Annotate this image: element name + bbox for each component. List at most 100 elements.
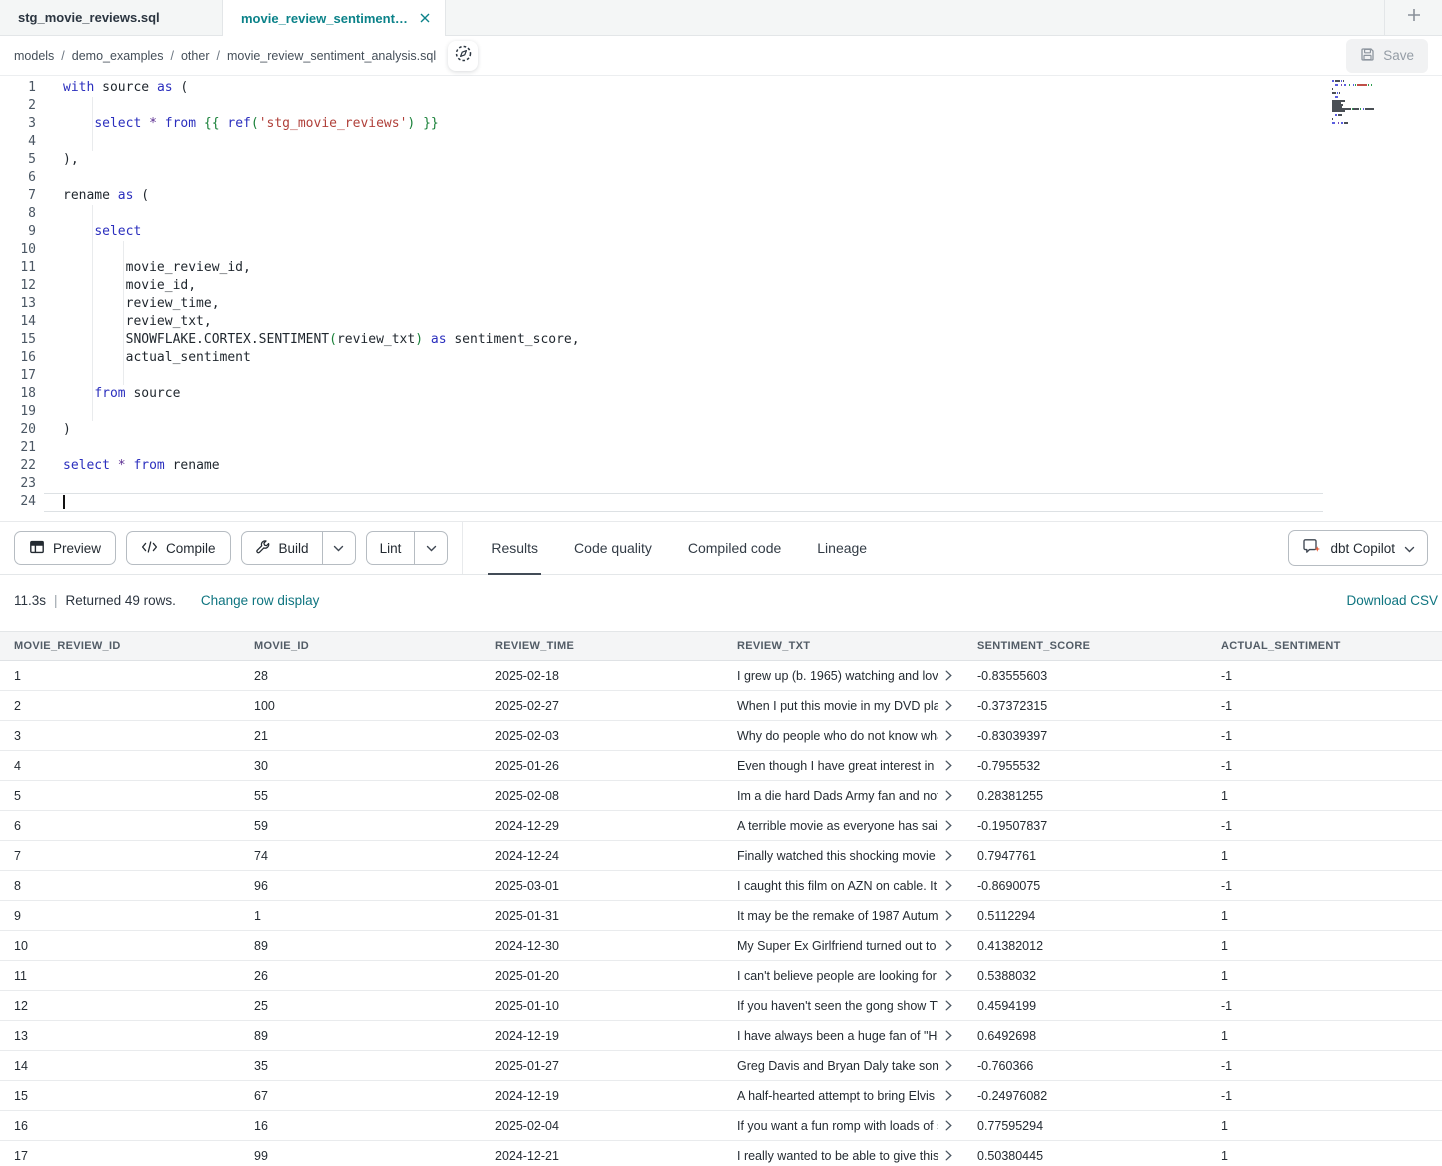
cell: 2024-12-29: [481, 811, 723, 841]
code-line[interactable]: [63, 205, 580, 223]
cell-review-txt: I grew up (b. 1965) watching and lovin…: [723, 661, 963, 691]
code-line[interactable]: from source: [63, 385, 580, 403]
code-editor[interactable]: 123456789101112131415161718192021222324 …: [0, 76, 1442, 521]
code-line[interactable]: actual_sentiment: [63, 349, 580, 367]
preview-button[interactable]: Preview: [14, 531, 116, 565]
code-line[interactable]: select * from {{ ref('stg_movie_reviews'…: [63, 115, 580, 133]
chevron-right-icon[interactable]: [945, 880, 952, 891]
column-header-review_time: REVIEW_TIME: [481, 632, 723, 661]
file-tab-label: movie_review_sentiment_...: [241, 11, 409, 26]
code-line[interactable]: [63, 367, 580, 385]
cell: 15: [0, 1081, 240, 1111]
build-button[interactable]: Build: [242, 532, 322, 564]
change-row-display-link[interactable]: Change row display: [201, 593, 320, 608]
cell: -1: [1207, 991, 1442, 1021]
chevron-right-icon[interactable]: [945, 1030, 952, 1041]
review-text: I grew up (b. 1965) watching and lovin…: [737, 669, 938, 683]
code-line[interactable]: [63, 475, 580, 493]
file-tab-stg-movie-reviews[interactable]: stg_movie_reviews.sql: [0, 0, 223, 35]
code-line[interactable]: select: [63, 223, 580, 241]
tab-lineage[interactable]: Lineage: [817, 521, 867, 575]
code-line[interactable]: [63, 169, 580, 187]
new-tab-button[interactable]: [1384, 0, 1442, 35]
cell: 11: [0, 961, 240, 991]
review-text: I can't believe people are looking for a…: [737, 969, 938, 983]
cell: 0.41382012: [963, 931, 1207, 961]
file-tab-bar: stg_movie_reviews.sql movie_review_senti…: [0, 0, 1442, 36]
dbt-copilot-button[interactable]: dbt Copilot: [1288, 530, 1428, 566]
editor-code[interactable]: with source as ( select * from {{ ref('s…: [44, 79, 580, 511]
code-line[interactable]: [63, 439, 580, 457]
cell-review-txt: If you haven't seen the gong show TV s…: [723, 991, 963, 1021]
cell-review-txt: I can't believe people are looking for a…: [723, 961, 963, 991]
line-number: 21: [0, 439, 44, 457]
chevron-right-icon[interactable]: [945, 760, 952, 771]
cell: 1: [1207, 1141, 1442, 1166]
close-icon[interactable]: [419, 12, 431, 24]
copilot-chip-button[interactable]: [448, 41, 478, 71]
code-line[interactable]: ): [63, 421, 580, 439]
code-line[interactable]: [63, 403, 580, 421]
code-line[interactable]: select * from rename: [63, 457, 580, 475]
file-tab-label: stg_movie_reviews.sql: [18, 10, 160, 25]
code-line[interactable]: review_time,: [63, 295, 580, 313]
cell: 0.28381255: [963, 781, 1207, 811]
code-line[interactable]: review_txt,: [63, 313, 580, 331]
cell: 2024-12-24: [481, 841, 723, 871]
chevron-right-icon[interactable]: [945, 790, 952, 801]
chat-sparkle-icon: [1302, 538, 1321, 558]
code-line[interactable]: movie_review_id,: [63, 259, 580, 277]
chevron-right-icon[interactable]: [945, 730, 952, 741]
cell: 16: [0, 1111, 240, 1141]
code-line[interactable]: SNOWFLAKE.CORTEX.SENTIMENT(review_txt) a…: [63, 331, 580, 349]
tab-compiled-code[interactable]: Compiled code: [688, 521, 781, 575]
table-row: 5552025-02-08Im a die hard Dads Army fan…: [0, 781, 1442, 811]
results-meta-row: 11.3s | Returned 49 rows. Change row dis…: [0, 575, 1442, 625]
chevron-right-icon[interactable]: [945, 910, 952, 921]
code-line[interactable]: rename as (: [63, 187, 580, 205]
lint-dropdown-button[interactable]: [414, 532, 447, 564]
tab-results[interactable]: Results: [491, 521, 538, 575]
cell: 0.50380445: [963, 1141, 1207, 1166]
chevron-right-icon[interactable]: [945, 700, 952, 711]
code-line[interactable]: [63, 133, 580, 151]
table-row: 912025-01-31It may be the remake of 1987…: [0, 901, 1442, 931]
code-line[interactable]: with source as (: [63, 79, 580, 97]
download-csv-link[interactable]: Download CSV: [1346, 593, 1438, 608]
chevron-right-icon[interactable]: [945, 1150, 952, 1161]
review-text: A terrible movie as everyone has said. …: [737, 819, 938, 833]
toolbar-divider: [462, 522, 463, 574]
chevron-right-icon[interactable]: [945, 1090, 952, 1101]
chevron-right-icon[interactable]: [945, 940, 952, 951]
line-number: 8: [0, 205, 44, 223]
breadcrumb-row: models/demo_examples/other/movie_review_…: [0, 36, 1442, 76]
plus-icon: [1406, 7, 1422, 28]
compile-button[interactable]: Compile: [126, 531, 231, 565]
chevron-right-icon[interactable]: [945, 970, 952, 981]
code-line[interactable]: ),: [63, 151, 580, 169]
chevron-right-icon[interactable]: [945, 1000, 952, 1011]
cell: 96: [240, 871, 481, 901]
file-tab-movie-review-sentiment[interactable]: movie_review_sentiment_...: [223, 0, 446, 36]
code-line[interactable]: [63, 241, 580, 259]
chevron-right-icon[interactable]: [945, 850, 952, 861]
save-button[interactable]: Save: [1346, 39, 1428, 73]
code-line[interactable]: [63, 97, 580, 115]
chevron-right-icon[interactable]: [945, 1060, 952, 1071]
build-dropdown-button[interactable]: [322, 532, 355, 564]
table-row: 8962025-03-01I caught this film on AZN o…: [0, 871, 1442, 901]
review-text: I really wanted to be able to give this …: [737, 1149, 938, 1163]
tab-code-quality[interactable]: Code quality: [574, 521, 652, 575]
cell: 9: [0, 901, 240, 931]
chevron-right-icon[interactable]: [945, 820, 952, 831]
cell: 2025-03-01: [481, 871, 723, 901]
editor-minimap[interactable]: [1332, 80, 1402, 128]
column-header-review_txt: REVIEW_TXT: [723, 632, 963, 661]
chevron-right-icon[interactable]: [945, 670, 952, 681]
cell: -0.37372315: [963, 691, 1207, 721]
chevron-right-icon[interactable]: [945, 1120, 952, 1131]
lint-button[interactable]: Lint: [367, 532, 415, 564]
cell: 59: [240, 811, 481, 841]
code-line[interactable]: movie_id,: [63, 277, 580, 295]
line-number: 14: [0, 313, 44, 331]
